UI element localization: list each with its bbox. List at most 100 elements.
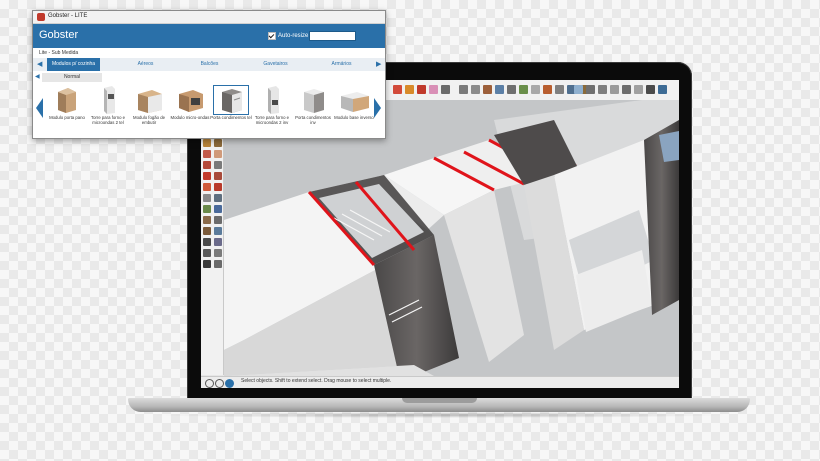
front-view-icon[interactable] — [598, 85, 607, 94]
tab-balcoes[interactable]: Balcões — [183, 58, 236, 71]
orbit-icon[interactable] — [543, 85, 552, 94]
dimension-icon[interactable] — [483, 85, 492, 94]
select-icon[interactable] — [459, 85, 468, 94]
cabinet-thumbnail — [341, 92, 369, 112]
catalog-item[interactable]: Torre para forno e microondas 2 inv — [253, 86, 291, 134]
cabinet-thumbnail — [58, 88, 76, 113]
pan-icon[interactable] — [555, 85, 564, 94]
offset-tool-icon[interactable] — [214, 161, 222, 169]
toolbar-group-left — [393, 85, 450, 95]
window-title: Gobster - LITE — [48, 13, 88, 19]
paint-icon[interactable] — [405, 85, 414, 94]
cabinet-thumbnail — [179, 90, 203, 112]
catalog-item[interactable]: Modulo porta pano — [48, 86, 86, 134]
followme-tool-icon[interactable] — [214, 172, 222, 180]
cabinet-thumbnail — [268, 86, 279, 114]
right-view-icon[interactable] — [610, 85, 619, 94]
axes-icon[interactable] — [495, 85, 504, 94]
status-text: Select objects. Shift to extend select. … — [241, 378, 392, 384]
catalog-item-label: Modulo porta pano — [49, 115, 85, 120]
arc-tool-icon[interactable] — [203, 150, 211, 158]
footprint-tool-icon[interactable] — [203, 260, 211, 268]
cabinet-thumbnail — [213, 85, 249, 115]
checkbox-icon[interactable] — [268, 32, 276, 40]
gobster-window: Gobster - LITE Gobster Auto-resize Lite … — [32, 10, 386, 139]
window-titlebar[interactable]: Gobster - LITE — [33, 11, 385, 24]
move-tool-icon[interactable] — [203, 183, 211, 191]
catalog-item-label: Torre para forno e microondas 2 inv — [254, 115, 290, 125]
cabinet-thumbnail — [138, 90, 162, 113]
move-icon[interactable] — [429, 85, 438, 94]
scale-tool-icon[interactable] — [203, 194, 211, 202]
toolbar-group-mid — [459, 85, 588, 95]
subtab-normal[interactable]: Normal — [42, 73, 102, 82]
freehand-tool-icon[interactable] — [203, 161, 211, 169]
left-view-icon[interactable] — [634, 85, 643, 94]
section-icon[interactable] — [507, 85, 516, 94]
axes-tool-icon[interactable] — [214, 216, 222, 224]
tab-scroll-left-icon[interactable]: ◀ — [37, 60, 42, 68]
catalog-item[interactable]: Porta condimentos inv — [294, 86, 332, 134]
walk-tool-icon[interactable] — [203, 249, 211, 257]
tape-tool-icon[interactable] — [214, 194, 222, 202]
pan-tool-icon[interactable] — [203, 238, 211, 246]
status-bar: Select objects. Shift to extend select. … — [201, 376, 679, 388]
catalog-item[interactable]: Modulo base inverso — [334, 86, 374, 134]
catalog-prev-icon[interactable] — [36, 98, 43, 118]
shaded-texture-icon[interactable] — [658, 85, 667, 94]
autoresize-toggle[interactable]: Auto-resize — [268, 32, 308, 40]
tab-scroll-right-icon[interactable]: ▶ — [376, 60, 381, 68]
model-viewport[interactable] — [224, 95, 679, 376]
text-tool-icon[interactable] — [203, 216, 211, 224]
module-catalog: Modulo porta pano Torre para forno e mic… — [36, 85, 381, 134]
subtab-scroll-left-icon[interactable]: ◀ — [35, 73, 40, 80]
protractor-icon[interactable] — [531, 85, 540, 94]
laptop-shadow — [150, 412, 730, 418]
eraser-icon[interactable] — [393, 85, 402, 94]
back-view-icon[interactable] — [622, 85, 631, 94]
tab-gavetairos[interactable]: Gavetairos — [249, 58, 302, 71]
orbit-tool-icon[interactable] — [214, 227, 222, 235]
catalog-item-label: Porta condimentos inv — [295, 115, 331, 125]
app-icon — [37, 13, 45, 21]
text-icon[interactable] — [471, 85, 480, 94]
paint-tool-icon[interactable] — [203, 227, 211, 235]
tab-modulos-cozinha[interactable]: Modulos p/ cozinha — [47, 58, 100, 71]
catalog-item[interactable]: Torre para forno e microondas 2 tel — [89, 86, 127, 134]
tab-armarios[interactable]: Armários — [315, 58, 368, 71]
cabinet-thumbnail — [304, 89, 324, 113]
zoom-tool-icon[interactable] — [214, 238, 222, 246]
pushpull-tool-icon[interactable] — [203, 172, 211, 180]
info-icon[interactable] — [205, 379, 214, 388]
breadcrumb: Lite - Sub Medida — [39, 50, 79, 56]
catalog-item[interactable]: Modulo micro-ondas — [171, 86, 209, 134]
catalog-item-label: Torre para forno e microondas 2 tel — [90, 115, 126, 125]
search-input[interactable] — [309, 31, 356, 41]
iso-view-icon[interactable] — [574, 85, 583, 94]
rotate-tool-icon[interactable] — [214, 183, 222, 191]
category-tabs: ◀ Modulos p/ cozinha Aéreos Balcões Gave… — [33, 58, 385, 71]
section-tool-icon[interactable] — [214, 260, 222, 268]
subcategory-tabs: ◀ Normal — [33, 72, 385, 83]
tab-aereos[interactable]: Aéreos — [119, 58, 172, 71]
catalog-item[interactable]: Modulo fogão de embutir — [130, 86, 168, 134]
catalog-next-icon[interactable] — [374, 98, 381, 118]
protractor-tool-icon[interactable] — [214, 205, 222, 213]
circle-tool-icon[interactable] — [214, 139, 222, 147]
xray-icon[interactable] — [646, 85, 655, 94]
gobster-logo: Gobster — [39, 29, 79, 41]
geo-location-icon[interactable] — [215, 379, 224, 388]
catalog-item[interactable]: Porta condimentos tel — [210, 85, 252, 134]
top-view-icon[interactable] — [586, 85, 595, 94]
tape-icon[interactable] — [519, 85, 528, 94]
rotate-icon[interactable] — [441, 85, 450, 94]
lookaround-tool-icon[interactable] — [214, 249, 222, 257]
gobster-header: Gobster Auto-resize — [33, 24, 385, 48]
credits-icon[interactable] — [225, 379, 234, 388]
dimension-tool-icon[interactable] — [203, 205, 211, 213]
catalog-item-label: Porta condimentos tel — [210, 115, 252, 120]
polygon-tool-icon[interactable] — [214, 150, 222, 158]
cabinet-model — [224, 95, 679, 376]
rectangle-tool-icon[interactable] — [203, 139, 211, 147]
pushpull-icon[interactable] — [417, 85, 426, 94]
